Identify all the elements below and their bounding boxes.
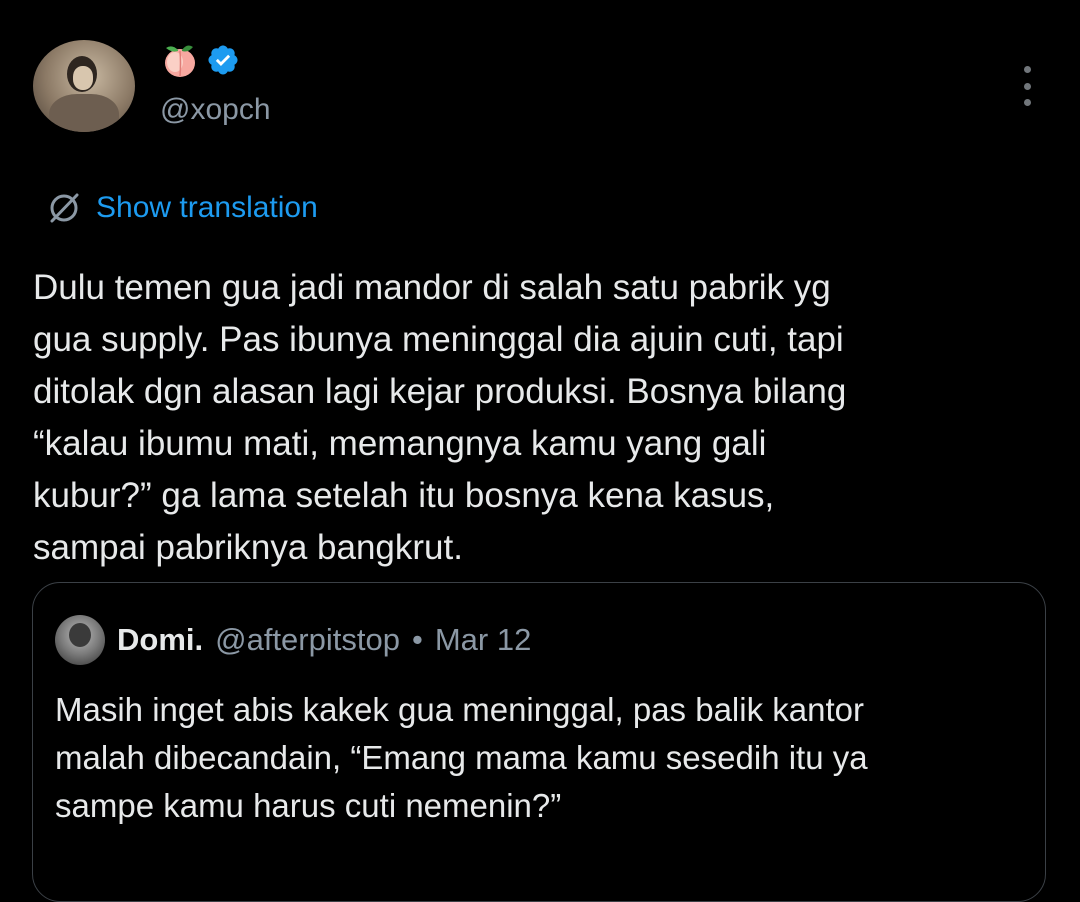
author-handle[interactable]: @xopch (160, 93, 271, 127)
show-translation-link[interactable]: Show translation (96, 191, 318, 225)
avatar-body-shape (49, 94, 119, 132)
verified-badge-icon[interactable] (206, 43, 240, 77)
show-translation-button[interactable]: Show translation (46, 190, 318, 226)
peach-emoji-icon (165, 45, 195, 77)
quoted-author-avatar[interactable] (55, 615, 105, 665)
author-avatar[interactable] (33, 40, 135, 132)
more-dot (1023, 66, 1031, 73)
more-options-icon[interactable] (1015, 66, 1039, 106)
quoted-author-name[interactable]: Domi. (117, 622, 203, 658)
globe-icon (50, 193, 79, 223)
quoted-tweet-text: Masih inget abis kakek gua meninggal, pa… (55, 691, 868, 824)
more-dot (1023, 82, 1031, 90)
separator-dot: • (411, 622, 423, 657)
author-name-row[interactable]: 🍑 (160, 40, 240, 80)
tweet-text: Dulu temen gua jadi mandor di salah satu… (33, 268, 847, 567)
quoted-tweet-date[interactable]: Mar 12 (435, 622, 531, 658)
quoted-tweet-header: Domi. @afterpitstop • Mar 12 (55, 615, 531, 665)
quoted-avatar-head-shape (69, 623, 91, 647)
more-dot (1023, 99, 1031, 106)
avatar-face-shape (73, 66, 93, 90)
quoted-author-handle[interactable]: @afterpitstop (215, 622, 400, 658)
quoted-tweet-card[interactable]: Domi. @afterpitstop • Mar 12 Masih inget… (32, 582, 1046, 902)
